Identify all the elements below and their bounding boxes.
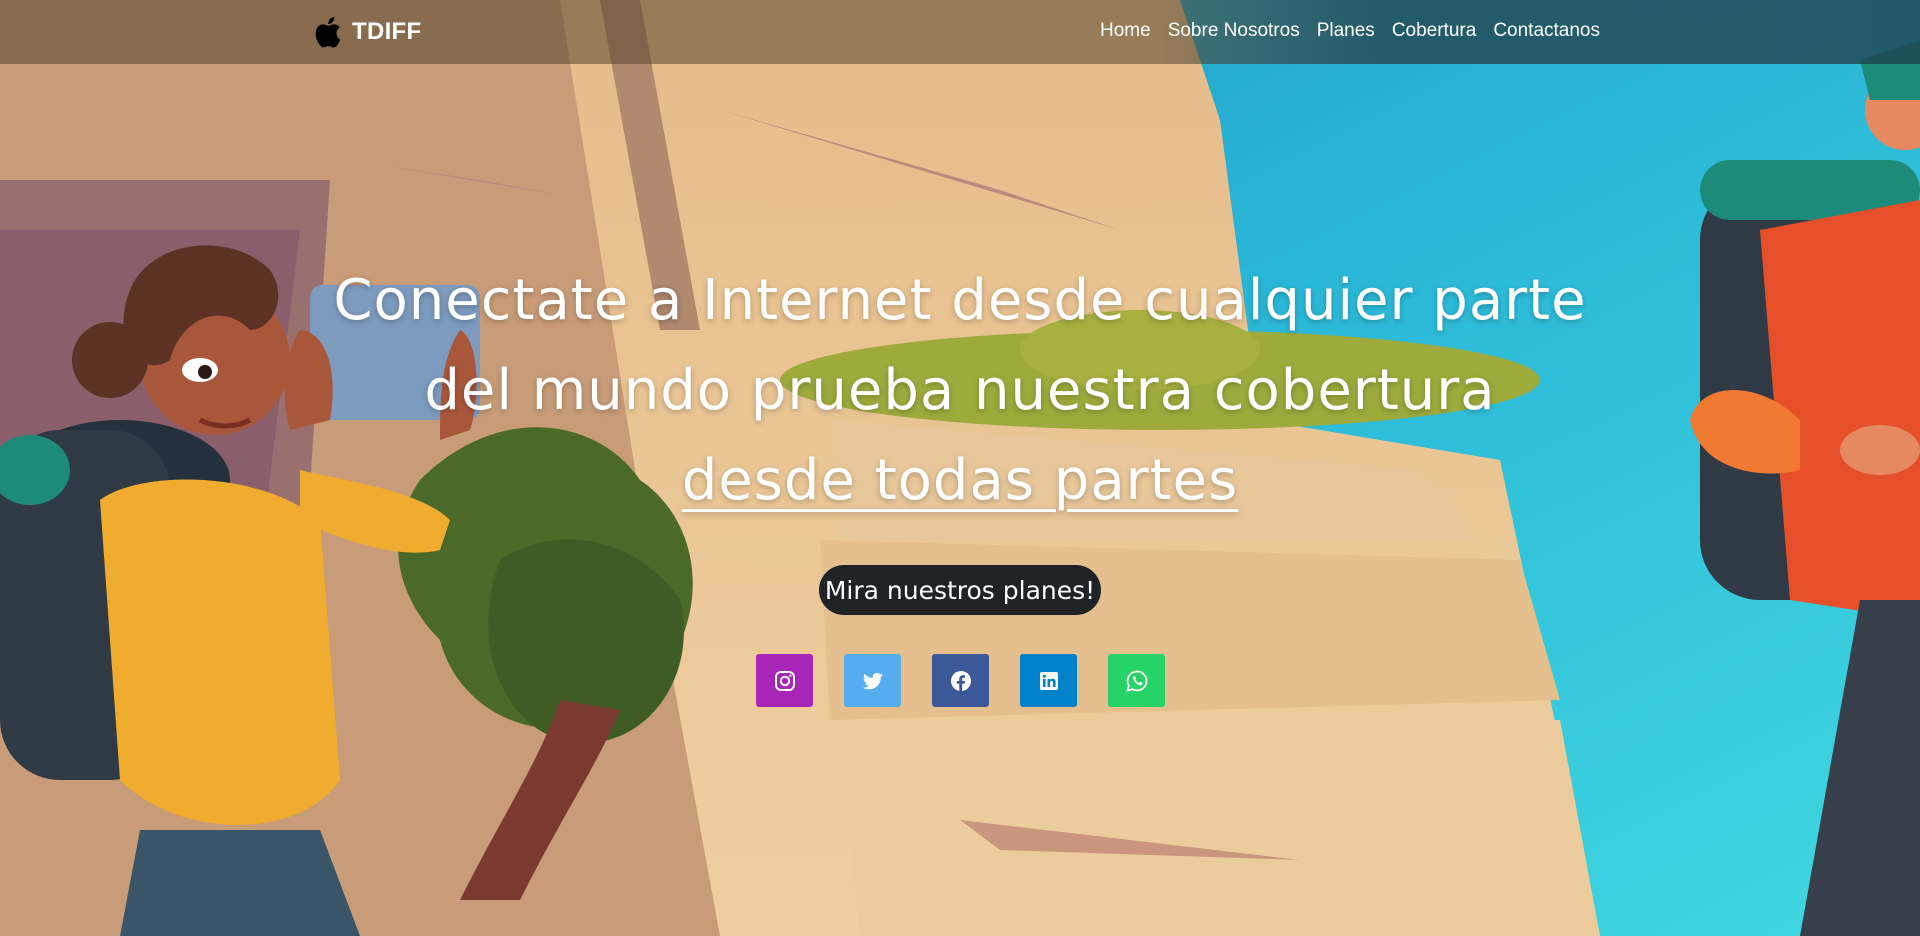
instagram-icon — [774, 670, 795, 691]
nav-planes[interactable]: Planes — [1317, 20, 1375, 42]
social-links — [756, 654, 1165, 707]
facebook-button[interactable] — [932, 654, 989, 707]
nav-contactanos[interactable]: Contactanos — [1493, 20, 1600, 42]
brand-name: TDIFF — [352, 18, 422, 45]
hero-title-line-2: del mundo prueba nuestra cobertura — [424, 358, 1496, 423]
nav-home[interactable]: Home — [1100, 20, 1151, 42]
nav-cobertura[interactable]: Cobertura — [1392, 20, 1477, 42]
twitter-icon — [862, 672, 883, 689]
top-navbar: TDIFF Home Sobre Nosotros Planes Cobertu… — [0, 0, 1920, 64]
whatsapp-button[interactable] — [1108, 654, 1165, 707]
linkedin-icon — [1039, 671, 1058, 690]
facebook-icon — [950, 670, 971, 691]
brand[interactable]: TDIFF — [312, 14, 421, 50]
whatsapp-icon — [1125, 670, 1147, 692]
hero-title-line-1: Conectate a Internet desde cualquier par… — [333, 268, 1587, 333]
apple-icon — [312, 15, 342, 49]
nav-sobre-nosotros[interactable]: Sobre Nosotros — [1168, 20, 1300, 42]
twitter-button[interactable] — [844, 654, 901, 707]
hero-title: Conectate a Internet desde cualquier par… — [310, 256, 1610, 526]
linkedin-button[interactable] — [1020, 654, 1077, 707]
instagram-button[interactable] — [756, 654, 813, 707]
hero-title-line-3: desde todas partes — [681, 448, 1239, 513]
main-nav: Home Sobre Nosotros Planes Cobertura Con… — [1100, 20, 1600, 42]
view-plans-button[interactable]: Mira nuestros planes! — [819, 565, 1101, 615]
